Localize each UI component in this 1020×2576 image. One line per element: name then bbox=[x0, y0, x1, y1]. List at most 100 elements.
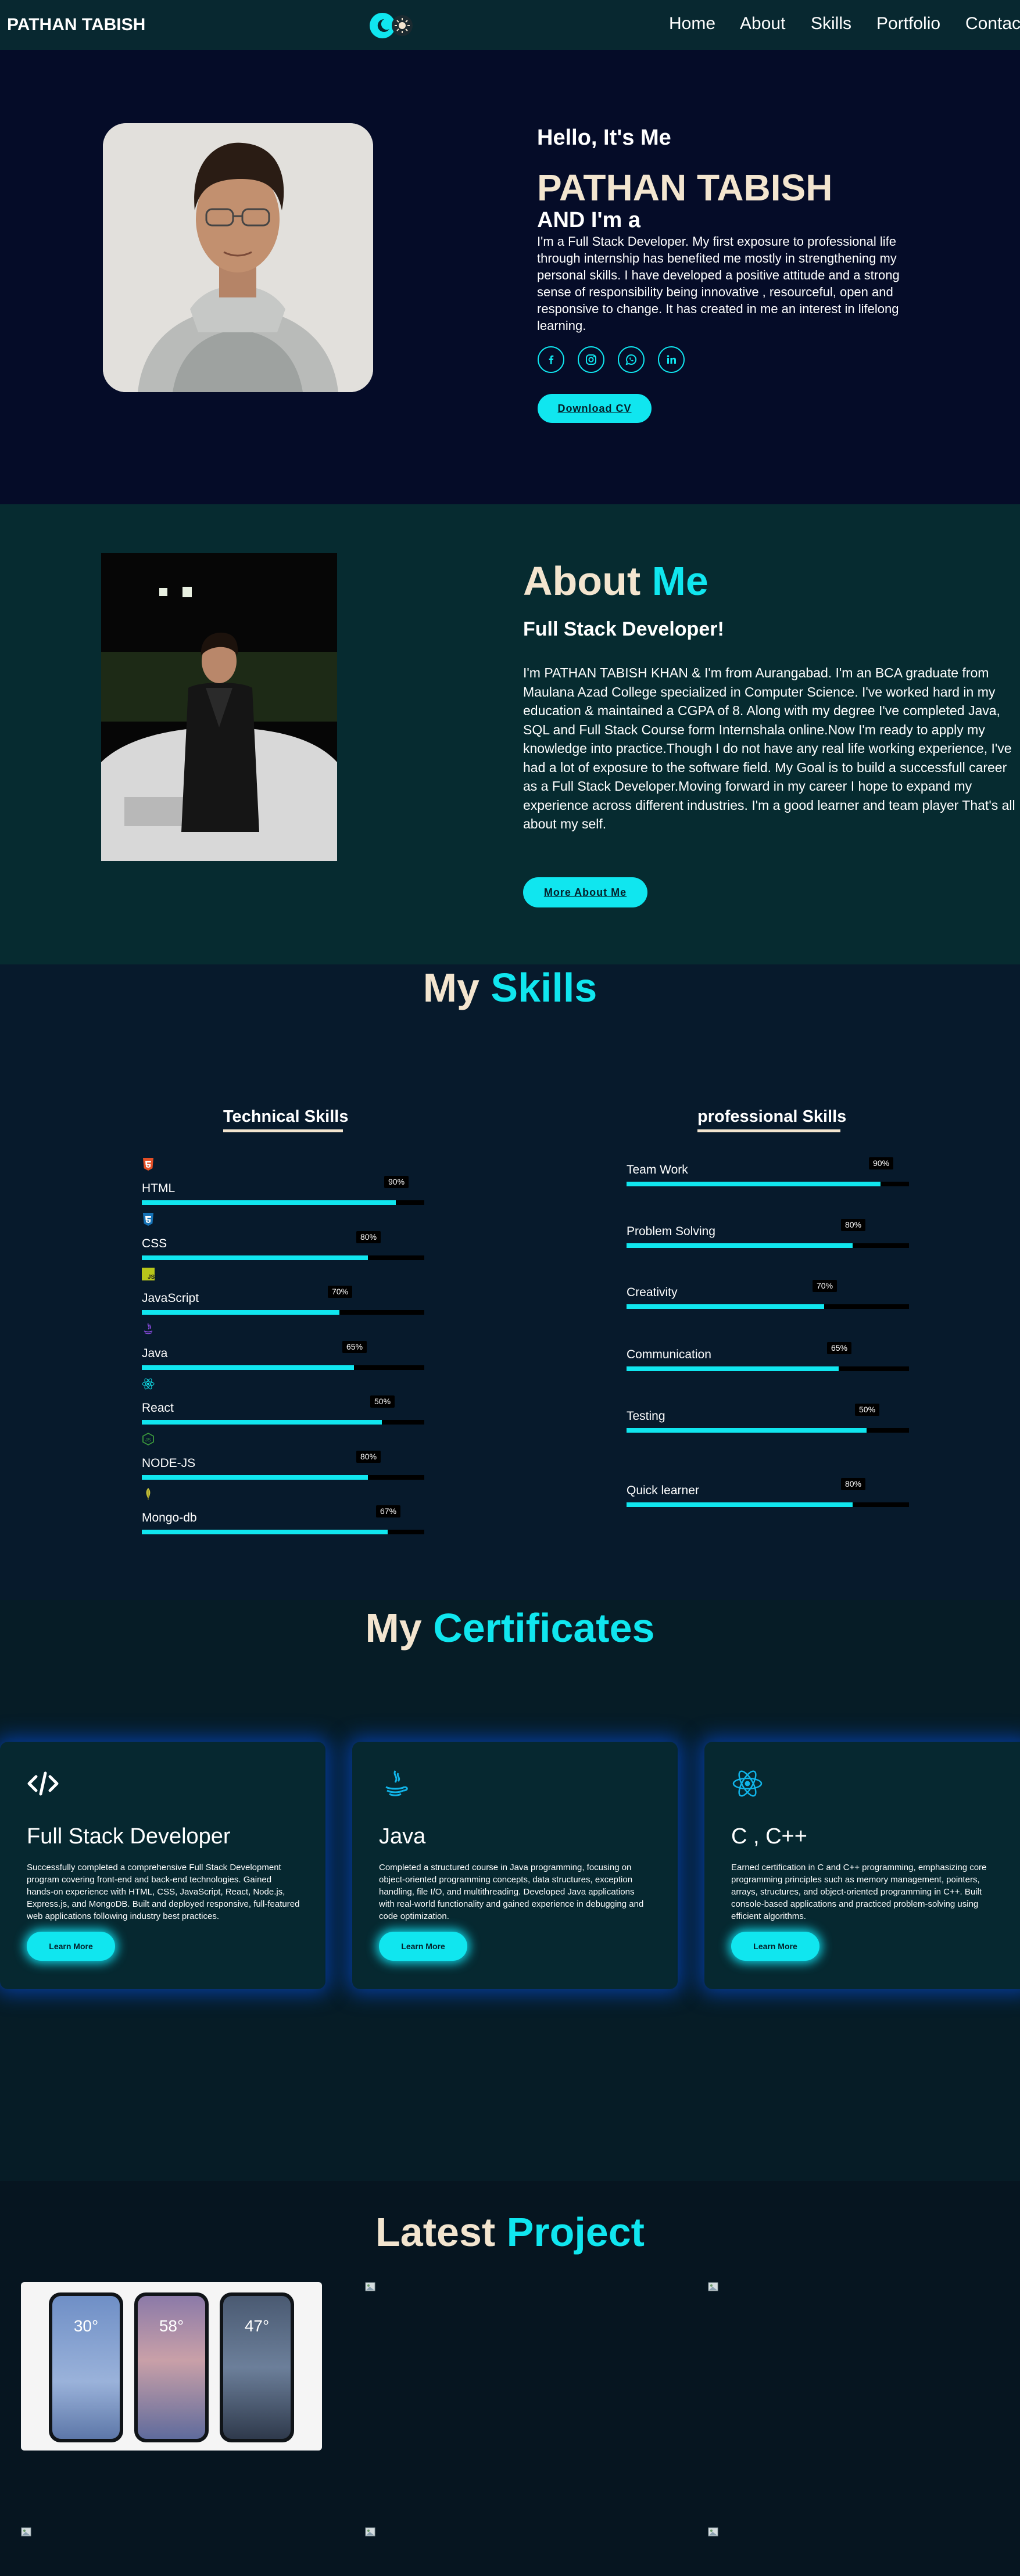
brand-logo[interactable]: PATHAN TABISH bbox=[7, 15, 145, 35]
skills-section: My Skills Technical Skills professional … bbox=[0, 964, 1020, 1600]
download-cv-button[interactable]: Download CV bbox=[538, 394, 652, 423]
certificate-title: Full Stack Developer bbox=[27, 1824, 231, 1849]
react-icon bbox=[731, 1767, 764, 1800]
skill-label: Quick learner bbox=[627, 1484, 699, 1497]
certificate-title: C , C++ bbox=[731, 1824, 807, 1849]
html5-icon bbox=[142, 1157, 155, 1171]
instagram-icon[interactable] bbox=[578, 346, 604, 373]
skill-bar-fill bbox=[627, 1428, 867, 1433]
facebook-icon[interactable] bbox=[538, 346, 564, 373]
projects-title-highlight: Project bbox=[506, 2209, 645, 2255]
skill-label: Creativity bbox=[627, 1286, 678, 1299]
skill-bar-track bbox=[627, 1366, 909, 1371]
skill-bar-fill bbox=[142, 1255, 368, 1260]
broken-image-icon[interactable] bbox=[708, 2282, 718, 2291]
nav-skills[interactable]: Skills bbox=[811, 14, 851, 34]
about-section: About Me Full Stack Developer! I'm PATHA… bbox=[0, 504, 1020, 964]
broken-image-icon[interactable] bbox=[365, 2527, 375, 2536]
learn-more-button[interactable]: Learn More bbox=[379, 1932, 467, 1961]
skill-percent-badge: 70% bbox=[328, 1286, 353, 1298]
nav-about[interactable]: About bbox=[740, 14, 785, 34]
theme-toggle[interactable] bbox=[370, 13, 417, 38]
phone-mockup: 30° bbox=[49, 2292, 123, 2442]
nav-home[interactable]: Home bbox=[669, 14, 715, 34]
skill-label: React bbox=[142, 1401, 174, 1415]
certificate-card: C , C++ Earned certification in C and C+… bbox=[704, 1742, 1020, 1989]
about-description: I'm PATHAN TABISH KHAN & I'm from Aurang… bbox=[523, 665, 1015, 831]
skill-label: JavaScript bbox=[142, 1291, 199, 1305]
technical-skills-title: Technical Skills bbox=[223, 1107, 349, 1126]
skill-label: Problem Solving bbox=[627, 1225, 715, 1238]
nav-contact[interactable]: Contact bbox=[965, 14, 1020, 34]
hero-role: AND I'm a bbox=[537, 208, 640, 232]
professional-skills-title: professional Skills bbox=[697, 1107, 847, 1126]
skill-bar-track bbox=[627, 1428, 909, 1433]
hero-section: Hello, It's Me PATHAN TABISH AND I'm a I… bbox=[0, 50, 1020, 504]
certificate-card: Full Stack Developer Successfully comple… bbox=[0, 1742, 325, 1989]
sun-icon bbox=[392, 15, 413, 36]
skill-bar-track bbox=[142, 1365, 424, 1370]
broken-image-icon[interactable] bbox=[21, 2527, 31, 2536]
skill-bar-track bbox=[627, 1182, 909, 1186]
css3-icon bbox=[142, 1212, 155, 1226]
skill-percent-badge: 70% bbox=[813, 1280, 838, 1292]
skill-bar-fill bbox=[142, 1310, 339, 1315]
learn-more-button[interactable]: Learn More bbox=[731, 1932, 819, 1961]
skill-label: Testing bbox=[627, 1409, 665, 1423]
skill-bar-fill bbox=[627, 1366, 839, 1371]
skill-bar-fill bbox=[627, 1304, 824, 1309]
about-photo bbox=[101, 553, 337, 861]
project-thumbnail[interactable]: 30° 58° 47° bbox=[21, 2282, 322, 2451]
java-icon bbox=[379, 1767, 411, 1800]
skills-title: My Skills bbox=[0, 964, 1020, 1011]
skill-percent-badge: 80% bbox=[841, 1478, 866, 1490]
skill-bar-fill bbox=[142, 1365, 354, 1370]
skill-bar-track bbox=[142, 1420, 424, 1425]
learn-more-button[interactable]: Learn More bbox=[27, 1932, 115, 1961]
skill-percent-badge: 80% bbox=[356, 1230, 381, 1243]
skill-bar-fill bbox=[627, 1243, 853, 1248]
broken-image-icon[interactable] bbox=[708, 2527, 718, 2536]
temperature-readout: 58° bbox=[159, 2317, 184, 2335]
temperature-readout: 30° bbox=[73, 2317, 99, 2335]
broken-image-icon[interactable] bbox=[365, 2282, 375, 2291]
skill-percent-badge: 65% bbox=[342, 1340, 367, 1353]
skill-bar-track bbox=[142, 1530, 424, 1534]
more-about-button[interactable]: More About Me bbox=[523, 877, 647, 907]
skill-percent-badge: 67% bbox=[376, 1505, 401, 1517]
projects-section: Latest Project 30° 58° 47° bbox=[0, 2181, 1020, 2576]
linkedin-icon[interactable] bbox=[658, 346, 685, 373]
skill-bar-fill bbox=[142, 1420, 382, 1425]
java-icon bbox=[142, 1322, 155, 1336]
certificate-title: Java bbox=[379, 1824, 426, 1849]
skill-bar-track bbox=[627, 1243, 909, 1248]
certificates-section: My Certificates Full Stack Developer Suc… bbox=[0, 1600, 1020, 2181]
temperature-readout: 47° bbox=[244, 2317, 270, 2335]
skill-bar-track bbox=[142, 1200, 424, 1205]
skills-title-highlight: Skills bbox=[491, 965, 597, 1010]
svg-text:JS: JS bbox=[145, 1437, 151, 1443]
skill-bar-fill bbox=[142, 1474, 368, 1480]
certificates-title-text: My bbox=[365, 1605, 434, 1651]
whatsapp-icon[interactable] bbox=[618, 346, 645, 373]
hero-name: PATHAN TABISH bbox=[537, 167, 833, 209]
skill-percent-badge: 50% bbox=[370, 1395, 395, 1408]
about-title-highlight: Me bbox=[652, 558, 708, 604]
skill-bar-fill bbox=[142, 1200, 396, 1205]
certificate-description: Earned certification in C and C++ progra… bbox=[731, 1863, 987, 1921]
skill-label: Team Work bbox=[627, 1163, 688, 1176]
nav-portfolio[interactable]: Portfolio bbox=[876, 14, 940, 34]
certificate-card: Java Completed a structured course in Ja… bbox=[352, 1742, 678, 1989]
skill-bar-track bbox=[627, 1304, 909, 1309]
phone-mockup: 58° bbox=[134, 2292, 209, 2442]
about-title-text: About bbox=[523, 558, 652, 604]
skill-percent-badge: 90% bbox=[384, 1176, 409, 1188]
about-subtitle: Full Stack Developer! bbox=[523, 618, 724, 640]
skill-label: HTML bbox=[142, 1182, 176, 1195]
nodejs-icon: JS bbox=[142, 1432, 155, 1446]
skill-percent-badge: 80% bbox=[841, 1219, 866, 1231]
skill-bar-fill bbox=[627, 1182, 881, 1186]
certificates-title: My Certificates bbox=[0, 1605, 1020, 1651]
skills-title-text: My bbox=[423, 965, 491, 1010]
mongodb-icon bbox=[142, 1487, 155, 1501]
